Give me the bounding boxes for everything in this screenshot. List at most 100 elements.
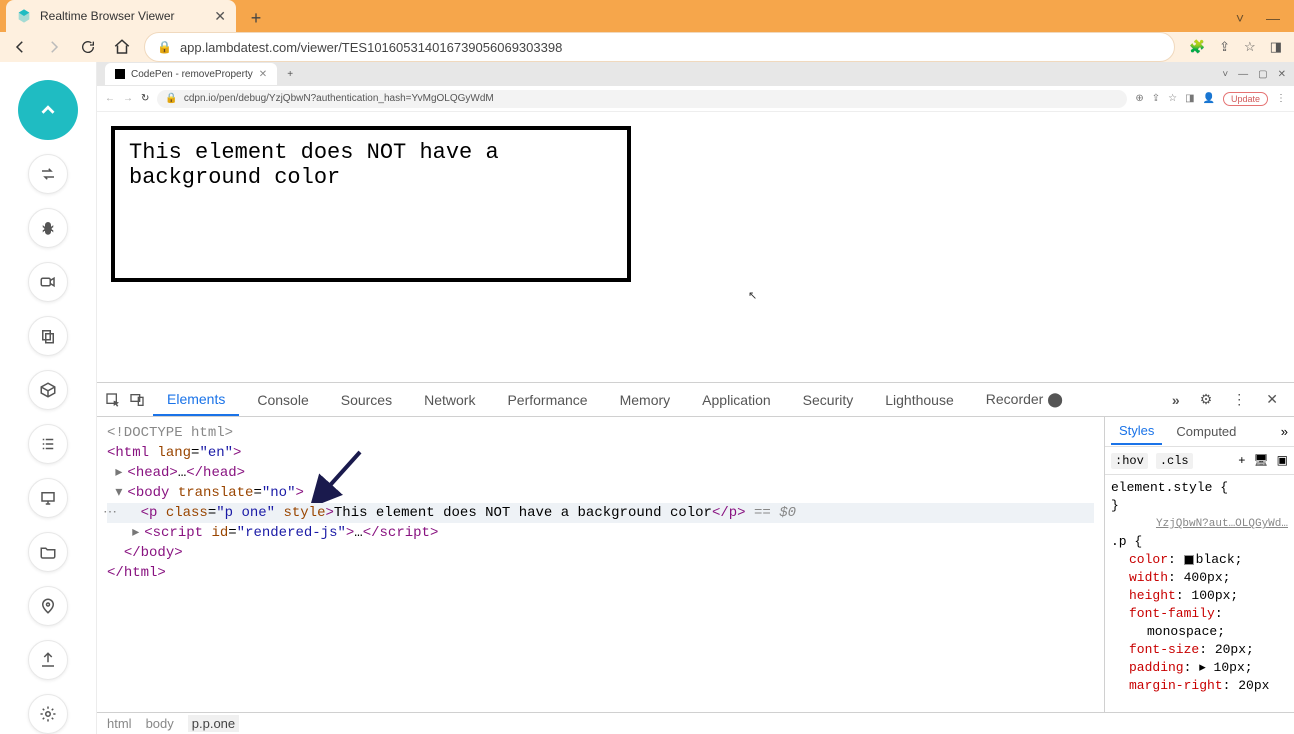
folder-icon[interactable] [28,532,68,572]
devtools-menu-icon[interactable]: ⋮ [1224,391,1254,408]
dom-head[interactable]: ▸<head>…</head> [107,463,1094,483]
chevron-down-icon[interactable]: ˅ [1236,10,1244,26]
inner-back-button[interactable]: ← [105,93,115,104]
dom-html-open[interactable]: <html lang="en"> [107,443,1094,463]
outer-tabstrip: Realtime Browser Viewer ✕ + ˅ — ▢ [0,0,1294,32]
inner-close-button[interactable]: ✕ [1278,69,1286,80]
outer-toolbar: 🔒 app.lambdatest.com/viewer/TES101605314… [0,32,1294,62]
inner-lock-icon: 🔒 [165,93,177,104]
codepen-favicon [115,69,125,79]
boxmodel-icon[interactable]: ▣ [1277,453,1288,468]
video-icon[interactable] [28,262,68,302]
share-icon[interactable]: ⇪ [1219,39,1230,55]
dom-body-close[interactable]: </body> [107,543,1094,563]
rule-element-style: element.style { [1111,479,1288,497]
new-tab-button[interactable]: + [242,4,270,32]
dom-doctype: <!DOCTYPE html> [107,425,233,441]
extension-icon[interactable]: 🧩 [1189,39,1205,55]
lambdatest-favicon [16,8,32,24]
inner-address-bar[interactable]: 🔒 cdpn.io/pen/debug/YzjQbwN?authenticati… [157,90,1127,108]
tab-application[interactable]: Application [688,385,785,415]
dom-html-close[interactable]: </html> [107,563,1094,583]
outer-tab[interactable]: Realtime Browser Viewer ✕ [6,0,236,32]
inner-url-text: cdpn.io/pen/debug/YzjQbwN?authentication… [184,93,494,104]
reload-button[interactable] [76,35,100,59]
crumb-html[interactable]: html [107,716,132,731]
lambdatest-sidebar [0,62,96,734]
cls-toggle[interactable]: .cls [1156,453,1193,469]
update-button[interactable]: Update [1223,92,1268,106]
bookmark-star-icon[interactable]: ☆ [1244,39,1256,55]
dom-p-element[interactable]: ⋯ <p class="p one" style>This element do… [107,503,1094,523]
screen-icon[interactable] [28,478,68,518]
styles-tab-computed[interactable]: Computed [1168,419,1244,444]
rule-source-link[interactable]: YzjQbwN?aut…OLQGyWd… [1111,515,1288,533]
tab-security[interactable]: Security [789,385,868,415]
inner-close-tab-icon[interactable]: ✕ [259,69,267,80]
inner-new-tab-button[interactable]: + [281,69,299,80]
inner-tab[interactable]: CodePen - removeProperty ✕ [105,63,277,85]
address-bar[interactable]: 🔒 app.lambdatest.com/viewer/TES101605314… [144,32,1175,62]
inner-maximize-button[interactable]: ▢ [1258,69,1267,80]
tab-network[interactable]: Network [410,385,489,415]
back-button[interactable] [8,35,32,59]
devtools-close-icon[interactable]: ✕ [1258,391,1286,408]
device-toggle-icon[interactable] [129,392,149,408]
list-icon[interactable] [28,424,68,464]
inner-menu-icon[interactable]: ⋮ [1276,93,1286,104]
inner-zoom-icon[interactable]: ⊕ [1135,93,1143,104]
tab-sources[interactable]: Sources [327,385,406,415]
inner-tabstrip: CodePen - removeProperty ✕ + ˅ — ▢ ✕ [97,62,1294,86]
tab-memory[interactable]: Memory [606,385,685,415]
elements-panel[interactable]: <!DOCTYPE html> <html lang="en"> ▸<head>… [97,417,1104,712]
upload-icon[interactable] [28,640,68,680]
copy-icon[interactable] [28,316,68,356]
demo-paragraph: This element does NOT have a background … [111,126,631,282]
tab-recorder[interactable]: Recorder ⬤ [972,384,1077,415]
inner-tab-title: CodePen - removeProperty [131,69,253,80]
inner-reload-button[interactable]: ↻ [141,93,149,104]
home-button[interactable] [110,35,134,59]
device-icon[interactable]: 🖥 [1253,453,1268,468]
tab-performance[interactable]: Performance [493,385,601,415]
dom-script[interactable]: ▸<script id="rendered-js">…</script> [107,523,1094,543]
minimize-button[interactable]: — [1266,10,1280,26]
inner-profile-icon[interactable]: 👤 [1203,93,1215,104]
cursor-icon: ↖ [748,289,757,302]
box-icon[interactable] [28,370,68,410]
hov-toggle[interactable]: :hov [1111,453,1148,469]
styles-overflow-icon[interactable]: » [1281,424,1288,439]
bug-icon[interactable] [28,208,68,248]
forward-button[interactable] [42,35,66,59]
dom-body-open[interactable]: ▾<body translate="no"> [107,483,1094,503]
styles-rules[interactable]: element.style { } YzjQbwN?aut…OLQGyWd… .… [1105,475,1294,712]
location-icon[interactable] [28,586,68,626]
sidepanel-icon[interactable]: ◨ [1270,39,1282,55]
crumb-body[interactable]: body [146,716,174,731]
element-picker-icon[interactable] [105,392,125,408]
tab-elements[interactable]: Elements [153,384,239,416]
inner-toolbar: ← → ↻ 🔒 cdpn.io/pen/debug/YzjQbwN?authen… [97,86,1294,112]
tab-lighthouse[interactable]: Lighthouse [871,385,968,415]
collapse-up-button[interactable] [18,80,78,140]
window-controls: ˅ — ▢ [1236,10,1294,32]
switch-icon[interactable] [28,154,68,194]
tabs-overflow-icon[interactable]: » [1164,392,1188,408]
settings-icon[interactable] [28,694,68,734]
devtools-settings-icon[interactable]: ⚙ [1192,391,1221,408]
inner-star-icon[interactable]: ☆ [1168,93,1177,104]
rendered-page: This element does NOT have a background … [97,112,1294,382]
devtools: Elements Console Sources Network Perform… [97,382,1294,734]
tab-console[interactable]: Console [243,385,322,415]
styles-tab-styles[interactable]: Styles [1111,418,1162,445]
new-rule-button[interactable]: + [1238,454,1245,468]
inner-forward-button[interactable]: → [123,93,133,104]
devtools-tabs: Elements Console Sources Network Perform… [97,383,1294,417]
crumb-p[interactable]: p.p.one [188,715,239,732]
close-tab-icon[interactable]: ✕ [214,8,226,25]
inner-chevron-down-icon[interactable]: ˅ [1222,69,1228,80]
inner-share-icon[interactable]: ⇪ [1152,93,1160,104]
inner-minimize-button[interactable]: — [1238,69,1248,80]
lock-icon: 🔒 [157,40,172,54]
inner-ext-icon[interactable]: ◨ [1185,93,1194,104]
